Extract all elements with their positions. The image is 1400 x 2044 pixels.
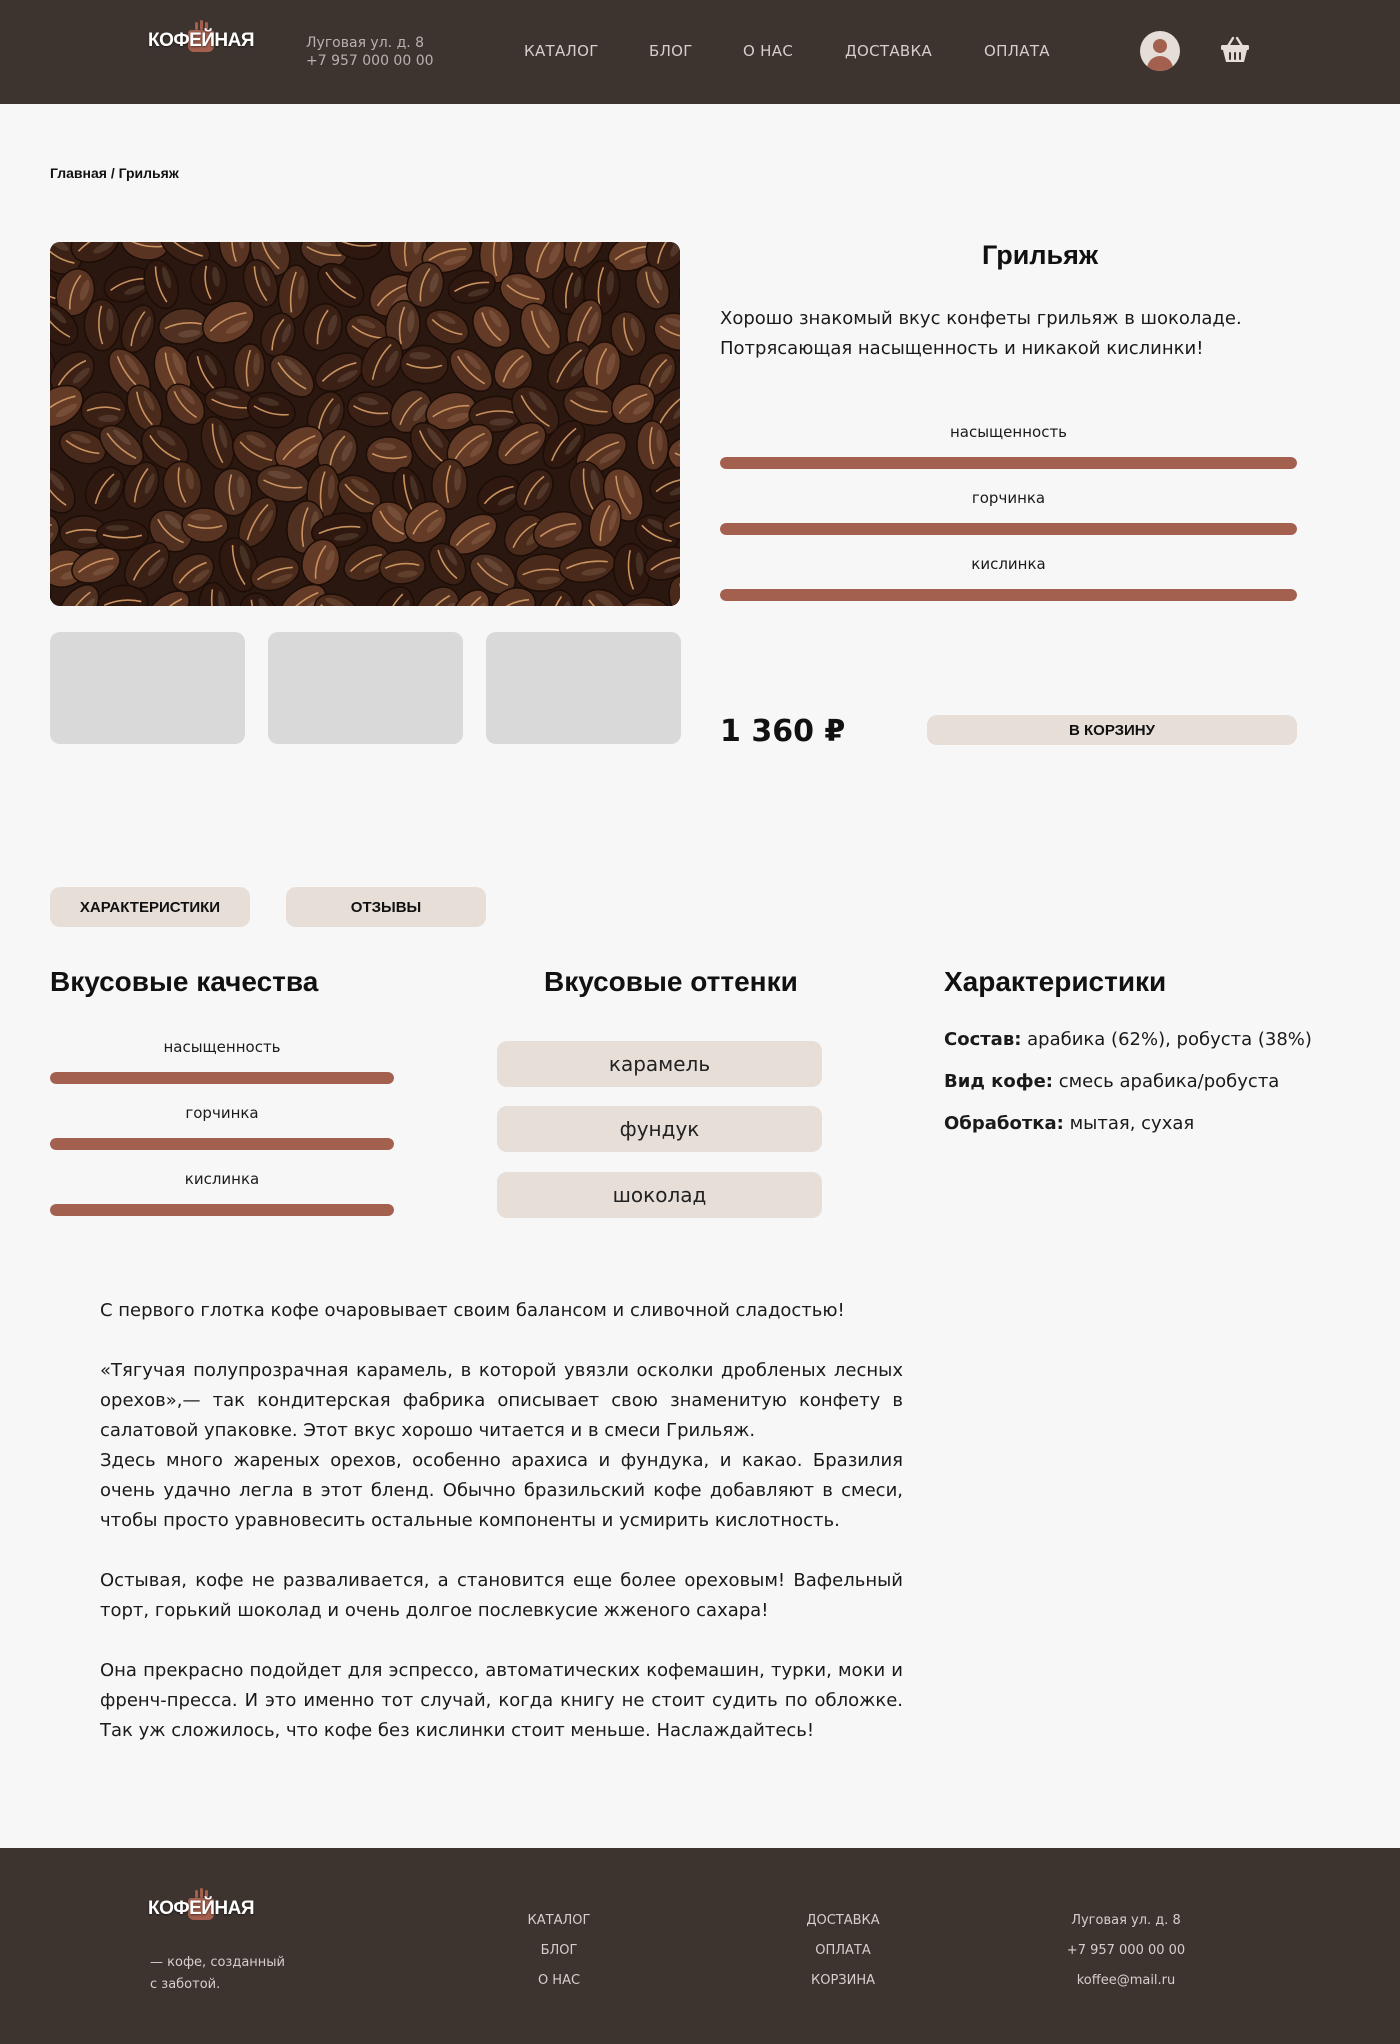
product-description-line: Хорошо знакомый вкус конфеты грильяж в ш… (720, 308, 1242, 329)
footer-contacts-column: Луговая ул. д. 8 +7 957 000 00 00 koffee… (1036, 1906, 1216, 1996)
footer-phone[interactable]: +7 957 000 00 00 (1036, 1936, 1216, 1966)
thumbnail-1[interactable] (50, 632, 245, 744)
footer-link-about[interactable]: О НАС (479, 1966, 639, 1996)
spec-key: Состав: (944, 1029, 1022, 1050)
footer-logo[interactable]: КОФЕЙНАЯ (148, 1888, 255, 1920)
tagline-line: — кофе, созданный (150, 1955, 285, 1970)
tagline-line: с заботой. (150, 1977, 221, 1992)
basket-icon[interactable] (1220, 36, 1250, 64)
logo-text: КОФЕЙНАЯ (148, 30, 255, 51)
nav-blog[interactable]: БЛОГ (649, 42, 693, 60)
spec-processing: Обработка: мытая, сухая (944, 1113, 1194, 1134)
scale-fill (50, 1138, 394, 1150)
nav-catalog[interactable]: КАТАЛОГ (524, 42, 599, 60)
scale-label: кислинка (971, 555, 1046, 573)
story-paragraph: Остывая, кофе не разваливается, а станов… (100, 1570, 903, 1621)
header-address: Луговая ул. д. 8 (306, 35, 425, 51)
product-description: Хорошо знакомый вкус конфеты грильяж в ш… (720, 304, 1320, 364)
footer-link-blog[interactable]: БЛОГ (479, 1936, 639, 1966)
taste-bar-acidity (50, 1204, 394, 1216)
scale-fill (50, 1204, 394, 1216)
nav-about[interactable]: О НАС (743, 42, 793, 60)
scale-fill (50, 1072, 394, 1084)
story-paragraph: «Тягучая полупрозрачная карамель, в кото… (100, 1360, 903, 1441)
spec-value: мытая, сухая (1063, 1113, 1195, 1134)
scale-bar-acidity (720, 589, 1297, 601)
footer-tagline: — кофе, созданный с заботой. (150, 1952, 310, 1996)
header-contacts: Луговая ул. д. 8 +7 957 000 00 00 (306, 34, 434, 70)
note-chip: фундук (497, 1106, 822, 1152)
footer-link-catalog[interactable]: КАТАЛОГ (479, 1906, 639, 1936)
header-phone[interactable]: +7 957 000 00 00 (306, 52, 434, 70)
spec-key: Обработка: (944, 1113, 1064, 1134)
taste-bar-richness (50, 1072, 394, 1084)
user-icon[interactable] (1140, 31, 1180, 71)
footer-link-payment[interactable]: ОПЛАТА (763, 1936, 923, 1966)
nav-payment[interactable]: ОПЛАТА (984, 42, 1050, 60)
scale-bar-richness (720, 457, 1297, 469)
footer-link-cart[interactable]: КОРЗИНА (763, 1966, 923, 1996)
taste-bar-bitterness (50, 1138, 394, 1150)
site-header: КОФЕЙНАЯ Луговая ул. д. 8 +7 957 000 00 … (0, 0, 1400, 104)
footer-link-delivery[interactable]: ДОСТАВКА (763, 1906, 923, 1936)
story-paragraph: Она прекрасно подойдет для эспрессо, авт… (100, 1660, 903, 1741)
scale-label: кислинка (184, 1170, 260, 1188)
story-paragraph: Здесь много жареных орехов, особенно ара… (100, 1450, 903, 1531)
scale-bar-bitterness (720, 523, 1297, 535)
spec-key: Вид кофе: (944, 1071, 1053, 1092)
product-image (50, 242, 680, 606)
scale-fill (720, 589, 1297, 601)
scale-fill (720, 457, 1297, 469)
breadcrumb[interactable]: Главная / Грильяж (50, 165, 179, 181)
logo-text: КОФЕЙНАЯ (148, 1898, 255, 1919)
footer-nav-column: КАТАЛОГ БЛОГ О НАС (479, 1906, 639, 1996)
site-footer: КОФЕЙНАЯ — кофе, созданный с заботой. КА… (0, 1848, 1400, 2044)
spec-value: арабика (62%), робуста (38%) (1021, 1029, 1312, 1050)
scale-fill (720, 523, 1297, 535)
story-paragraph: С первого глотка кофе очаровывает своим … (100, 1300, 845, 1321)
spec-coffee-type: Вид кофе: смесь арабика/робуста (944, 1071, 1279, 1092)
notes-title: Вкусовые оттенки (544, 966, 798, 997)
product-price: 1 360 ₽ (720, 714, 846, 749)
thumbnail-2[interactable] (268, 632, 463, 744)
note-chip: шоколад (497, 1172, 822, 1218)
footer-service-column: ДОСТАВКА ОПЛАТА КОРЗИНА (763, 1906, 923, 1996)
specs-title: Характеристики (944, 966, 1167, 997)
footer-address: Луговая ул. д. 8 (1071, 1913, 1181, 1928)
header-logo[interactable]: КОФЕЙНАЯ (148, 20, 255, 52)
spec-composition: Состав: арабика (62%), робуста (38%) (944, 1029, 1312, 1050)
note-chip: карамель (497, 1041, 822, 1087)
tab-characteristics[interactable]: ХАРАКТЕРИСТИКИ (50, 887, 250, 927)
thumbnail-3[interactable] (486, 632, 681, 744)
product-description-line: Потрясающая насыщенность и никакой кисли… (720, 338, 1204, 359)
product-title: Грильяж (981, 240, 1098, 270)
taste-title: Вкусовые качества (50, 966, 319, 997)
scale-label: горчинка (971, 489, 1046, 507)
footer-email[interactable]: koffee@mail.ru (1036, 1966, 1216, 1996)
tab-reviews[interactable]: ОТЗЫВЫ (286, 887, 486, 927)
add-to-cart-button[interactable]: В КОРЗИНУ (927, 715, 1297, 745)
spec-value: смесь арабика/робуста (1052, 1071, 1280, 1092)
product-story: С первого глотка кофе очаровывает своим … (100, 1296, 903, 1746)
scale-label: горчинка (185, 1104, 259, 1122)
scale-label: насыщенность (163, 1038, 281, 1056)
nav-delivery[interactable]: ДОСТАВКА (845, 42, 932, 60)
scale-label: насыщенность (949, 423, 1068, 441)
